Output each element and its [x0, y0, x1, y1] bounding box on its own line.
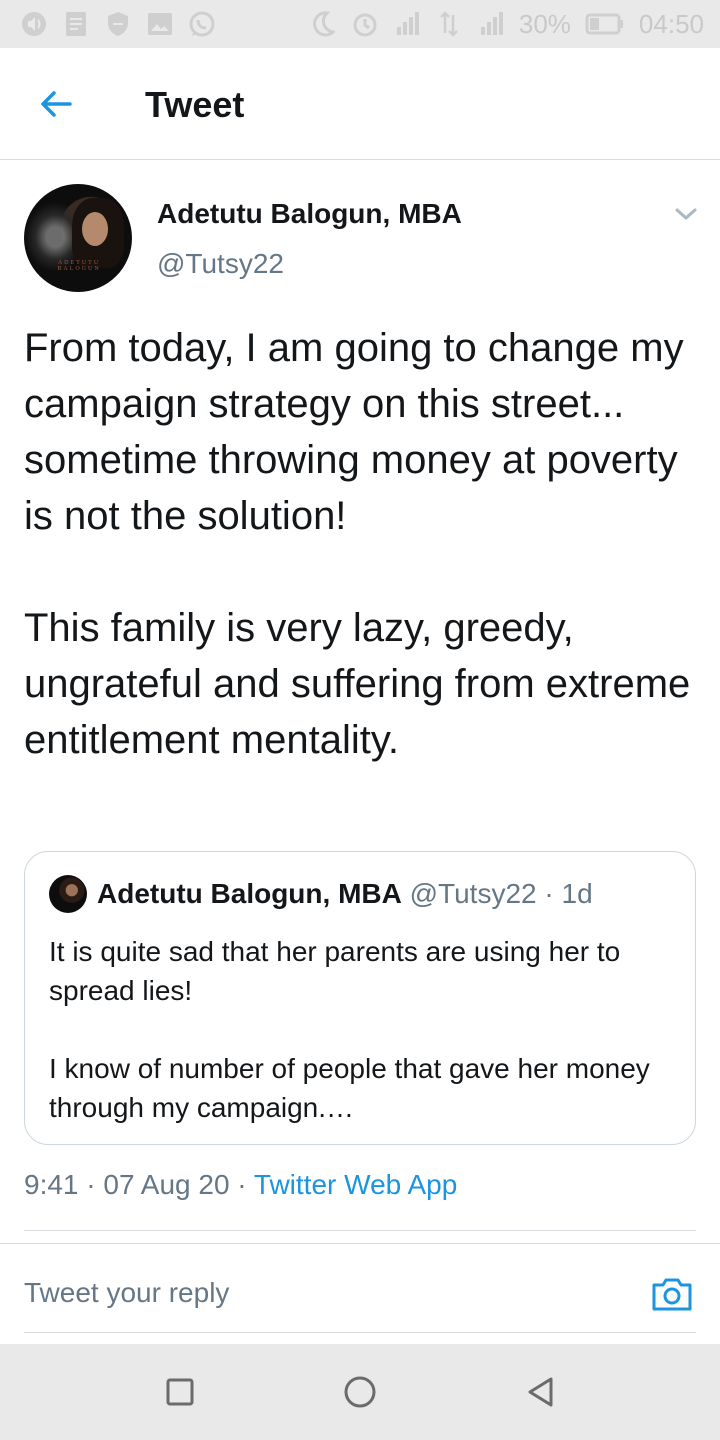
app-header: Tweet	[0, 48, 720, 160]
author-name[interactable]: Adetutu Balogun, MBA	[157, 198, 462, 230]
tweet-paragraph: This family is very lazy, greedy, ungrat…	[24, 606, 691, 762]
author-handle[interactable]: @Tutsy22	[157, 248, 284, 280]
camera-button[interactable]	[650, 1272, 694, 1316]
clock: 04:50	[638, 8, 704, 39]
reply-input[interactable]: Tweet your reply	[24, 1277, 229, 1309]
meta-separator: ·	[544, 878, 554, 909]
volume-icon	[20, 10, 48, 38]
tweet-text: From today, I am going to change my camp…	[24, 320, 704, 768]
system-nav-bar	[0, 1344, 720, 1440]
avatar-caption: ADETUTU BALOGUN	[57, 260, 101, 272]
quoted-tweet-age: 1d	[561, 878, 593, 909]
signal-icon	[477, 10, 505, 38]
tweet-time: 9:41	[24, 1169, 79, 1200]
back-nav-button[interactable]	[522, 1374, 558, 1410]
quoted-paragraph: I know of number of people that gave her…	[49, 1053, 650, 1123]
battery-percentage: 30%	[518, 8, 571, 39]
status-bar: 30% 04:50	[0, 0, 720, 48]
quoted-tweet[interactable]: Adetutu Balogun, MBA @Tutsy22 · 1d It is…	[24, 851, 696, 1145]
face-graphic	[82, 212, 108, 246]
back-arrow-icon	[41, 91, 72, 117]
whatsapp-icon	[188, 10, 216, 38]
tweet-paragraph: From today, I am going to change my camp…	[24, 326, 684, 538]
image-icon	[146, 10, 174, 38]
data-arrows-icon	[435, 10, 463, 38]
battery-icon	[585, 10, 625, 38]
meta-separator: ·	[237, 1169, 247, 1200]
tweet-timestamp: 9:41 · 07 Aug 20 · Twitter Web App	[24, 1169, 457, 1201]
camera-icon	[652, 1278, 692, 1311]
avatar[interactable]: ADETUTU BALOGUN	[24, 184, 132, 292]
quoted-avatar	[49, 875, 87, 913]
page-title: Tweet	[145, 84, 245, 125]
shield-icon	[104, 10, 132, 38]
notes-icon	[62, 10, 90, 38]
home-button[interactable]	[342, 1374, 378, 1410]
quoted-paragraph: It is quite sad that her parents are usi…	[49, 936, 621, 1006]
more-options-button[interactable]	[672, 200, 700, 228]
chevron-down-icon	[675, 208, 697, 220]
divider	[24, 1230, 696, 1231]
quoted-author-handle: @Tutsy22	[409, 878, 537, 909]
tweet-date: 07 Aug 20	[103, 1169, 230, 1200]
square-icon	[166, 1378, 194, 1406]
tweet-source-link[interactable]: Twitter Web App	[254, 1169, 457, 1200]
back-button[interactable]	[36, 84, 76, 124]
triangle-back-icon	[528, 1377, 553, 1407]
system-icons: 30% 04:50	[309, 9, 704, 40]
divider	[24, 1332, 696, 1333]
alarm-icon	[351, 10, 379, 38]
signal-icon	[393, 10, 421, 38]
tweet-detail-screen: 30% 04:50 Tweet ADETUTU BALOGUN Adetutu …	[0, 0, 720, 1440]
quoted-author-name: Adetutu Balogun, MBA	[97, 878, 402, 909]
circle-icon	[344, 1376, 376, 1408]
quoted-tweet-header: Adetutu Balogun, MBA @Tutsy22 · 1d	[97, 878, 593, 910]
moon-icon	[309, 10, 337, 38]
divider	[0, 1243, 720, 1244]
notification-icons	[20, 10, 216, 38]
quoted-tweet-text: It is quite sad that her parents are usi…	[49, 932, 679, 1127]
recents-button[interactable]	[162, 1374, 198, 1410]
meta-separator: ·	[86, 1169, 96, 1200]
